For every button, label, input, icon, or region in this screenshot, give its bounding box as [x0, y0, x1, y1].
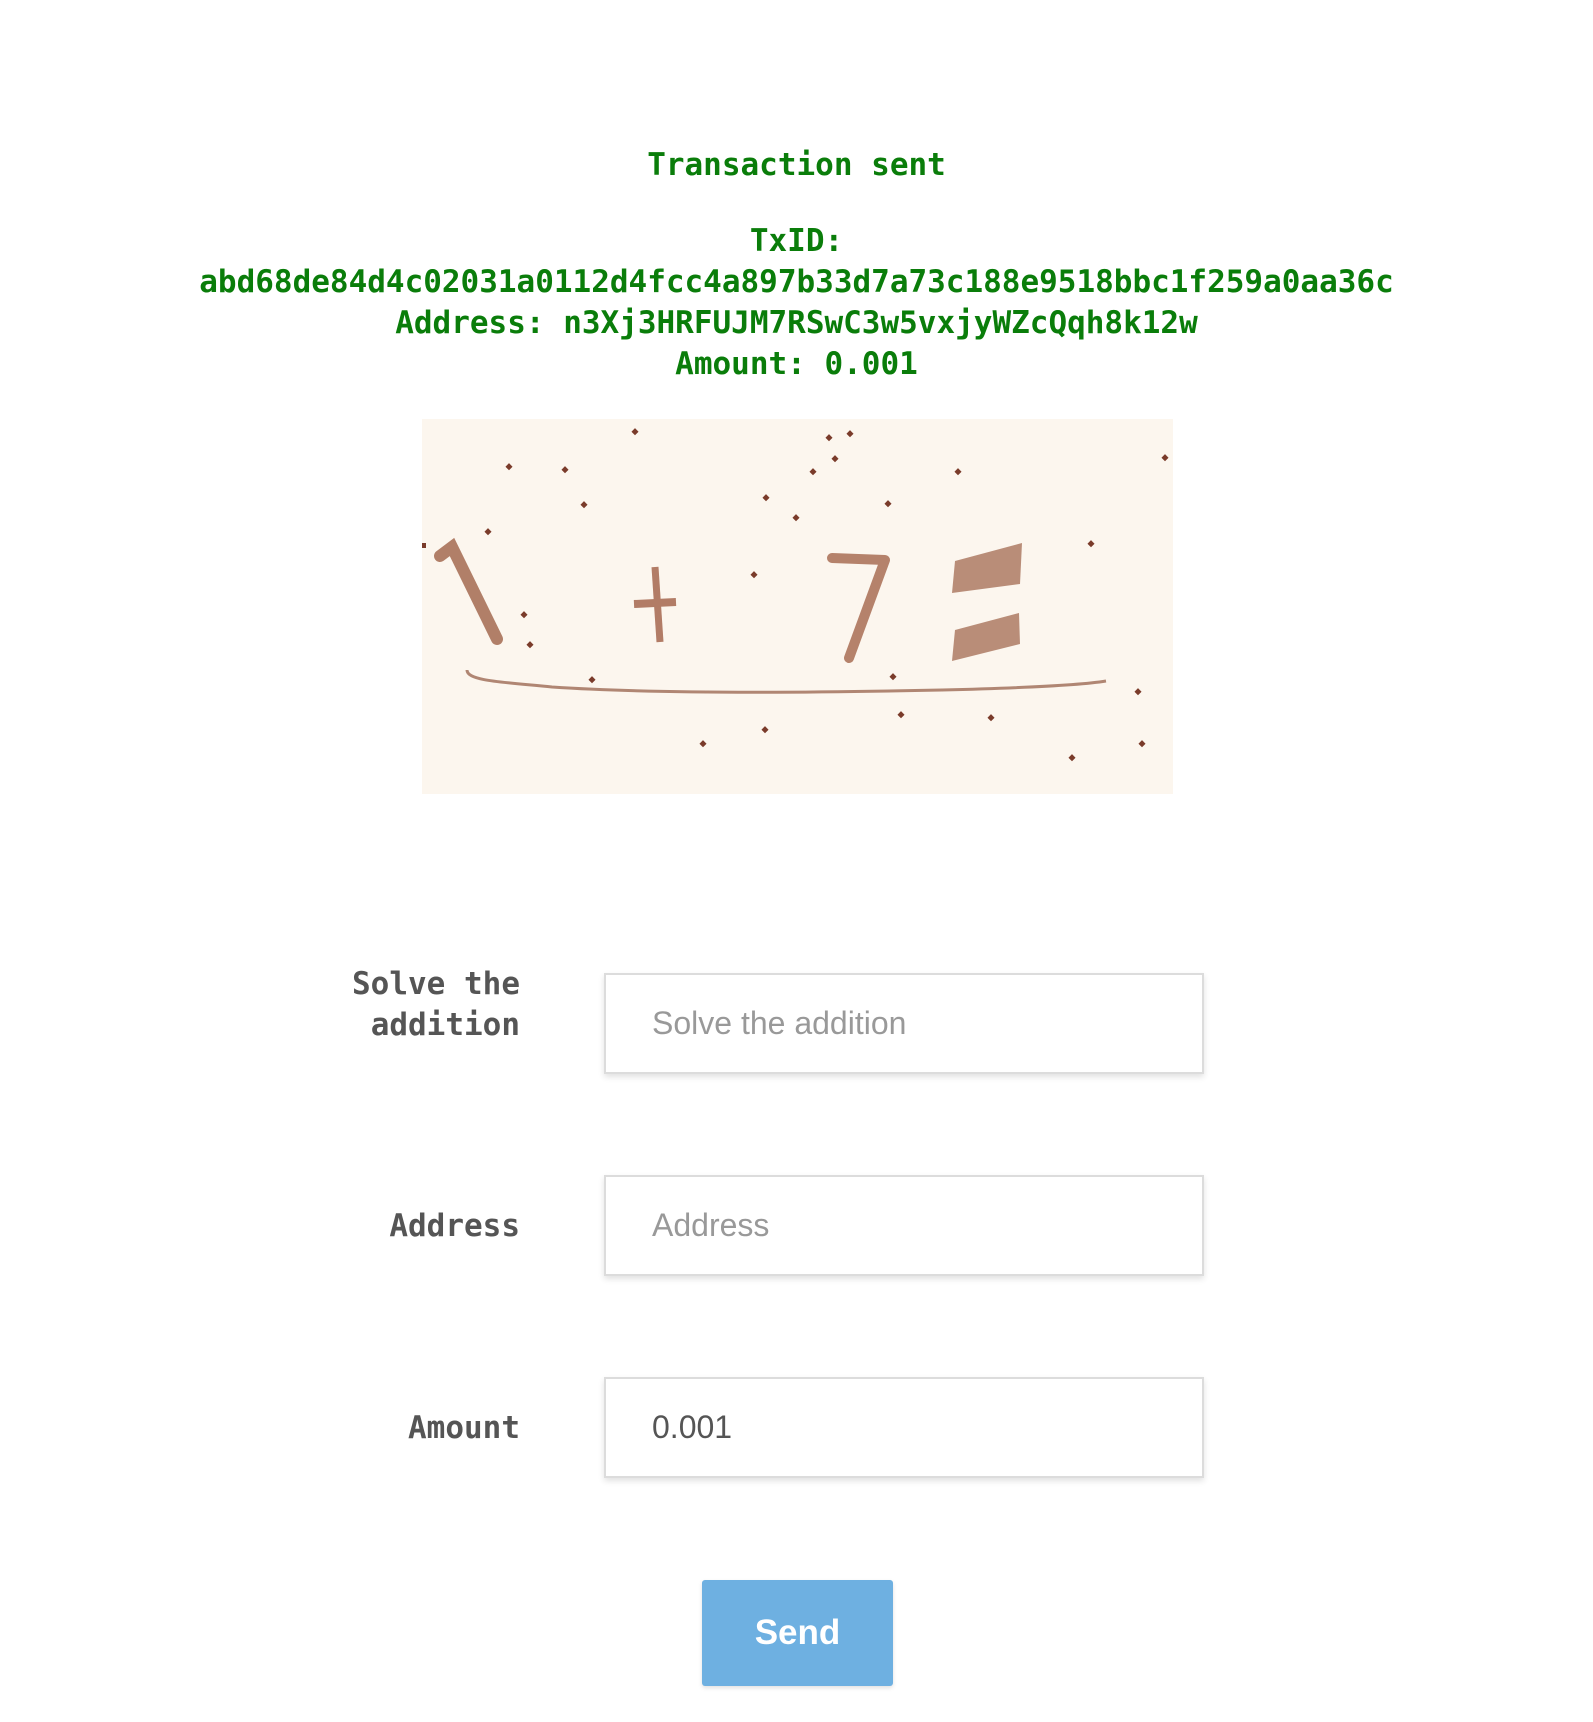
amount-input[interactable] — [604, 1377, 1204, 1478]
status-title: Transaction sent — [647, 147, 946, 183]
captcha-image — [422, 419, 1173, 794]
txid-value: abd68de84d4c02031a0112d4fcc4a897b33d7a73… — [199, 264, 1394, 300]
address-label: Address — [389, 1208, 520, 1244]
captcha-answer-label: Solve the addition — [352, 966, 520, 1043]
amount-label: Amount — [408, 1410, 520, 1446]
status-address: Address: n3Xj3HRFUJM7RSwC3w5vxjyWZcQqh8k… — [395, 305, 1198, 341]
captcha-answer-input[interactable] — [604, 973, 1204, 1074]
status-amount: Amount: 0.001 — [675, 346, 918, 382]
txid-label: TxID: — [749, 223, 844, 259]
send-button[interactable]: Send — [702, 1580, 893, 1686]
address-input[interactable] — [604, 1175, 1204, 1276]
